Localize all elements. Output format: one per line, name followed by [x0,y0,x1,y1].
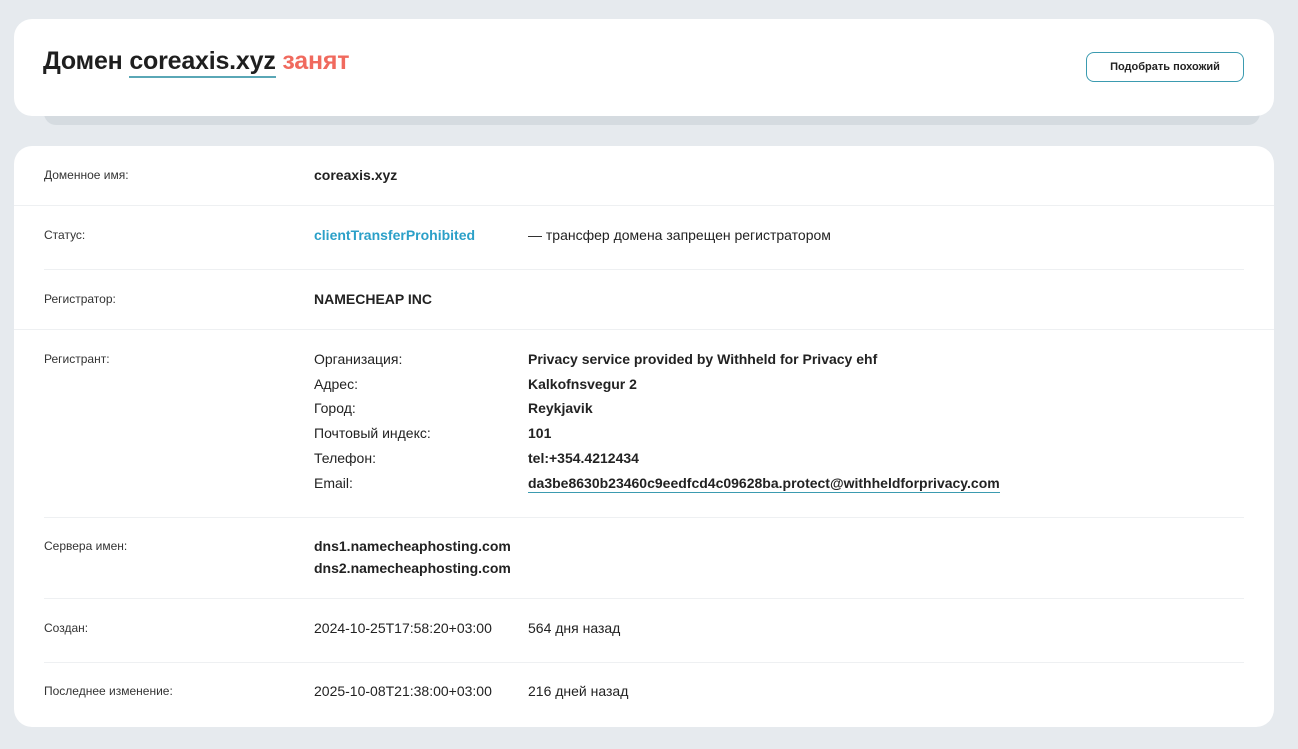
registrant-zip-label: Почтовый индекс: [314,425,431,441]
registrant-org-label: Организация: [314,351,403,367]
whois-card: Доменное имя: coreaxis.xyz Статус: clien… [14,146,1274,727]
registrant-phone-label: Телефон: [314,450,376,466]
page-title: Домен coreaxis.xyz занят [43,47,350,78]
registrant-zip-value: 101 [528,425,552,441]
updated-date: 2025-10-08T21:38:00+03:00 [314,683,492,699]
updated-label: Последнее изменение: [44,684,173,698]
domain-name-value: coreaxis.xyz [314,167,398,183]
status-label: Статус: [44,228,86,242]
registrant-phone-value: tel:+354.4212434 [528,450,639,466]
registrant-address-label: Адрес: [314,376,358,392]
divider [44,517,1244,518]
divider [14,329,1274,330]
suggest-similar-button[interactable]: Подобрать похожий [1086,52,1244,82]
registrant-email-link[interactable]: da3be8630b23460c9eedfcd4c09628ba.protect… [528,475,1000,493]
divider [14,205,1274,206]
title-status-word: занят [282,47,350,75]
registrar-label: Регистратор: [44,292,116,306]
created-label: Создан: [44,621,89,635]
domain-status-header: Домен coreaxis.xyz занят Подобрать похож… [14,19,1274,125]
divider [44,662,1244,663]
created-ago: 564 дня назад [528,620,621,636]
title-domain-link[interactable]: coreaxis.xyz [129,47,276,78]
registrant-label: Регистрант: [44,352,110,366]
header-card: Домен coreaxis.xyz занят Подобрать похож… [14,19,1274,116]
title-prefix: Домен [43,47,123,75]
nameservers-label: Сервера имен: [44,539,128,553]
divider [44,269,1244,270]
registrant-city-value: Reykjavik [528,400,593,416]
registrant-city-label: Город: [314,400,356,416]
registrar-value: NAMECHEAP INC [314,291,432,307]
domain-name-label: Доменное имя: [44,168,129,182]
status-code-link[interactable]: clientTransferProhibited [314,227,475,243]
nameserver-2: dns2.namecheaphosting.com [314,560,511,576]
status-description: — трансфер домена запрещен регистратором [528,227,831,243]
divider [44,598,1244,599]
updated-ago: 216 дней назад [528,683,629,699]
created-date: 2024-10-25T17:58:20+03:00 [314,620,492,636]
registrant-email-label: Email: [314,475,353,491]
registrant-address-value: Kalkofnsvegur 2 [528,376,637,392]
nameserver-1: dns1.namecheaphosting.com [314,538,511,554]
registrant-org-value: Privacy service provided by Withheld for… [528,351,878,367]
